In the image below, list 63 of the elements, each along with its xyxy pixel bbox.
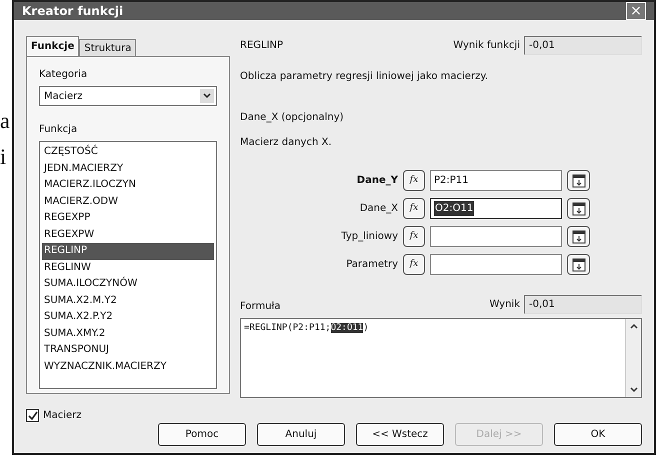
shrink-button[interactable] xyxy=(567,170,590,191)
function-item[interactable]: REGLINP xyxy=(42,243,214,260)
function-name: REGLINP xyxy=(240,39,284,53)
dialog-button[interactable]: << Wstecz xyxy=(356,423,444,446)
shrink-button[interactable] xyxy=(567,226,590,247)
shrink-button[interactable] xyxy=(567,254,590,275)
argument-title: Dane_X (opcjonalny) xyxy=(240,111,345,125)
close-button[interactable]: × xyxy=(626,2,646,20)
tab[interactable]: Funkcje xyxy=(26,36,80,56)
shrink-icon xyxy=(572,174,586,188)
scrollbar[interactable] xyxy=(625,319,641,397)
formula-label: Formuła xyxy=(240,300,280,314)
array-checkbox[interactable] xyxy=(26,409,39,422)
function-item[interactable]: SUMA.X2.P.Y2 xyxy=(42,309,214,326)
function-item[interactable]: SUMA.ILOCZYNÓW xyxy=(42,276,214,292)
function-item[interactable]: REGEXPW xyxy=(42,226,214,243)
checkbox-label: Macierz xyxy=(43,409,82,423)
category-label: Kategoria xyxy=(39,68,88,82)
function-item[interactable]: REGLINW xyxy=(42,260,214,276)
shrink-icon xyxy=(572,258,586,272)
dialog-button[interactable]: Anuluj xyxy=(257,423,345,446)
shrink-button[interactable] xyxy=(567,198,590,219)
dialog-button[interactable]: Pomoc xyxy=(158,423,246,446)
function-button[interactable]: fx xyxy=(403,226,425,247)
function-item[interactable]: TRANSPONUJ xyxy=(42,342,214,358)
result-label: Wynik xyxy=(489,298,520,312)
chevron-down-icon xyxy=(200,89,214,103)
function-item[interactable]: REGEXPP xyxy=(42,210,214,226)
formula-field[interactable]: =REGLINP(P2:P11;O2:O11) xyxy=(240,318,642,398)
argument-label: Dane_Y xyxy=(356,174,398,188)
result-field: -0,01 xyxy=(524,295,642,314)
function-item[interactable]: JEDN.MACIERZY xyxy=(42,160,214,177)
argument-description: Macierz danych X. xyxy=(240,136,332,150)
function-button[interactable]: fx xyxy=(403,170,425,191)
window-title: Kreator funkcji xyxy=(22,3,124,20)
chevron-down-icon xyxy=(628,385,638,395)
document-text: a xyxy=(0,110,11,132)
function-item[interactable]: SUMA.XMY.2 xyxy=(42,326,214,342)
function-item[interactable]: MACIERZ.ODW xyxy=(42,194,214,210)
function-item[interactable]: MACIERZ.ILOCZYN xyxy=(42,177,214,194)
function-button[interactable]: fx xyxy=(403,198,425,219)
function-label: Funkcja xyxy=(39,123,78,137)
document-text: i xyxy=(0,146,8,168)
function-button[interactable]: fx xyxy=(403,254,425,275)
argument-label: Typ_liniowy xyxy=(340,230,398,244)
shrink-icon xyxy=(572,202,586,216)
shrink-icon xyxy=(572,230,586,244)
chevron-up-icon xyxy=(628,321,638,331)
argument-label: Parametry xyxy=(345,258,398,272)
argument-field[interactable] xyxy=(430,254,562,275)
argument-field[interactable]: O2:O11 xyxy=(430,198,562,219)
function-item[interactable]: SUMA.X2.M.Y2 xyxy=(42,292,214,309)
result-label: Wynik funkcji xyxy=(453,39,520,53)
function-item[interactable]: WYZNACZNIK.MACIERZY xyxy=(42,358,214,375)
argument-field[interactable] xyxy=(430,226,562,247)
argument-field[interactable]: P2:P11 xyxy=(430,170,562,191)
function-result-field: -0,01 xyxy=(524,36,642,55)
category-select[interactable]: Macierz xyxy=(39,86,217,106)
tab[interactable]: Struktura xyxy=(79,39,136,56)
function-description: Oblicza parametry regresji liniowej jako macierzy. xyxy=(240,70,489,84)
argument-label: Dane_X xyxy=(358,202,398,216)
function-item[interactable]: CZĘSTOŚĆ xyxy=(42,144,214,160)
dialog-button[interactable]: OK xyxy=(554,423,642,446)
